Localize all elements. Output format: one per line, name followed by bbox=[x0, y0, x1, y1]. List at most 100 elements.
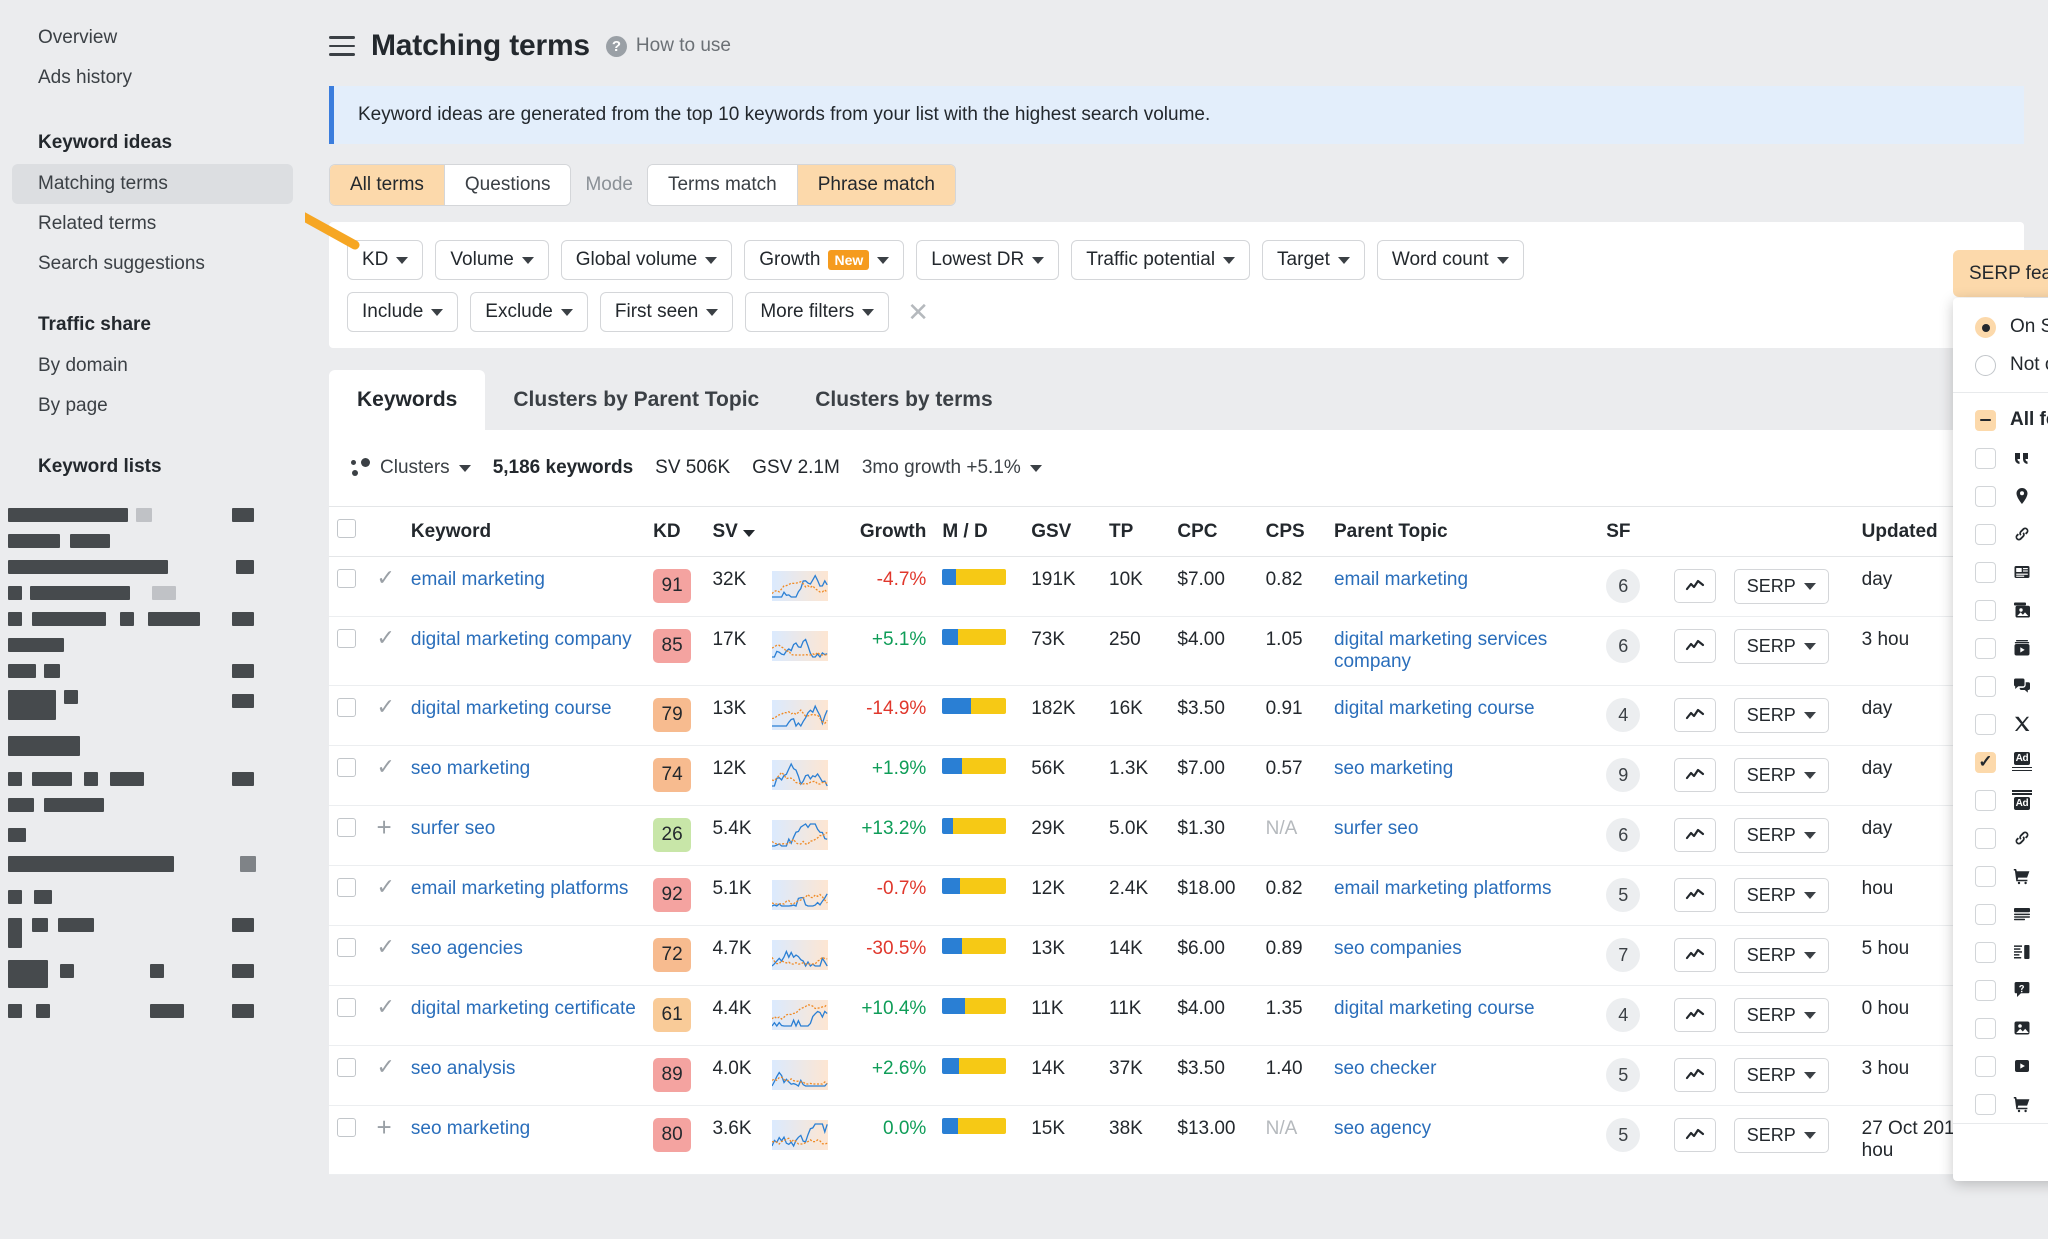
checkbox-icon[interactable] bbox=[1975, 904, 1996, 925]
clear-filters-icon[interactable]: ✕ bbox=[901, 299, 935, 325]
serp-feature-item-discussions-and-forums[interactable]: Discussions and forums bbox=[1953, 667, 2048, 705]
parent-topic-link[interactable]: email marketing bbox=[1334, 569, 1468, 590]
added-check-icon[interactable]: ✓ bbox=[376, 694, 394, 719]
how-to-use-link[interactable]: ? How to use bbox=[606, 35, 731, 57]
parent-topic-link[interactable]: seo companies bbox=[1334, 938, 1462, 959]
parent-topic-link[interactable]: digital marketing services company bbox=[1334, 629, 1547, 672]
serp-feature-item-knowledge-panel[interactable]: Knowledge panel bbox=[1953, 933, 2048, 971]
radio-on-serp[interactable]: On SERP bbox=[1953, 308, 2048, 346]
tab-questions[interactable]: Questions bbox=[445, 165, 571, 205]
hamburger-icon[interactable] bbox=[329, 36, 355, 56]
filter-kd[interactable]: KD bbox=[347, 240, 423, 280]
table-row[interactable]: +surfer seo265.4K+13.2%29K5.0K$1.30N/Asu… bbox=[329, 806, 2024, 866]
keyword-link[interactable]: digital marketing company bbox=[411, 629, 632, 650]
add-icon[interactable]: + bbox=[376, 1112, 391, 1142]
col-kd[interactable]: KD bbox=[645, 507, 704, 557]
serp-feature-item-videos[interactable]: Videos bbox=[1953, 629, 2048, 667]
parent-topic-link[interactable]: seo checker bbox=[1334, 1058, 1436, 1079]
checkbox-icon[interactable] bbox=[1975, 486, 1996, 507]
serp-feature-item-bottom-ads[interactable]: AdBottom ads bbox=[1953, 781, 2048, 819]
select-all-checkbox[interactable] bbox=[337, 519, 356, 538]
keyword-link[interactable]: seo analysis bbox=[411, 1058, 516, 1079]
col-tp[interactable]: TP bbox=[1101, 507, 1169, 557]
checkbox-icon[interactable] bbox=[1975, 562, 1996, 583]
trend-chart-icon[interactable] bbox=[1674, 758, 1716, 792]
serp-feature-item-sitelinks[interactable]: Sitelinks bbox=[1953, 515, 2048, 553]
checkbox-icon[interactable] bbox=[1975, 638, 1996, 659]
parent-topic-link[interactable]: email marketing platforms bbox=[1334, 878, 1552, 899]
add-icon[interactable]: + bbox=[376, 812, 391, 842]
sidebar-item-matching-terms[interactable]: Matching terms bbox=[12, 164, 293, 204]
table-row[interactable]: ✓digital marketing certificate614.4K+10.… bbox=[329, 986, 2024, 1046]
serp-feature-item-people-also-ask[interactable]: People also ask bbox=[1953, 971, 2048, 1009]
trend-chart-icon[interactable] bbox=[1674, 629, 1716, 663]
table-row[interactable]: ✓email marketing9132K-4.7%191K10K$7.000.… bbox=[329, 557, 2024, 617]
added-check-icon[interactable]: ✓ bbox=[376, 994, 394, 1019]
filter-lowest-dr[interactable]: Lowest DR bbox=[916, 240, 1059, 280]
filter-target[interactable]: Target bbox=[1262, 240, 1365, 280]
serp-feature-item-paid-sitelinks[interactable]: Paid sitelinks bbox=[1953, 819, 2048, 857]
filter-more-filters[interactable]: More filters bbox=[745, 292, 889, 332]
apply-button[interactable]: Apply bbox=[1953, 1123, 2048, 1181]
keyword-link[interactable]: surfer seo bbox=[411, 818, 495, 839]
checkbox-icon[interactable] bbox=[1975, 980, 1996, 1001]
row-checkbox[interactable] bbox=[337, 698, 356, 717]
col-md[interactable]: M / D bbox=[934, 507, 1023, 557]
checkbox-all-features[interactable]: All features bbox=[1953, 401, 2048, 439]
serp-button[interactable]: SERP bbox=[1734, 629, 1829, 664]
serp-feature-item-top-stories[interactable]: Top stories bbox=[1953, 553, 2048, 591]
keyword-link[interactable]: seo marketing bbox=[411, 758, 530, 779]
serp-button[interactable]: SERP bbox=[1734, 938, 1829, 973]
keyword-link[interactable]: seo marketing bbox=[411, 1118, 530, 1139]
tab-terms-match[interactable]: Terms match bbox=[648, 165, 798, 205]
clusters-dropdown[interactable]: Clusters bbox=[351, 457, 471, 479]
serp-button[interactable]: SERP bbox=[1734, 569, 1829, 604]
keyword-link[interactable]: seo agencies bbox=[411, 938, 523, 959]
serp-feature-item-shopping-ads[interactable]: Shopping Ads bbox=[1953, 857, 2048, 895]
serp-feature-item-knowledge-card[interactable]: Knowledge card bbox=[1953, 895, 2048, 933]
checkbox-icon[interactable] bbox=[1975, 866, 1996, 887]
serp-feature-item-shopping[interactable]: Shopping bbox=[1953, 1085, 2048, 1123]
row-checkbox[interactable] bbox=[337, 629, 356, 648]
serp-feature-item-top-ads[interactable]: ✓AdTop ads bbox=[1953, 743, 2048, 781]
serp-features-chip-label[interactable]: SERP features: Ad on SERP bbox=[1953, 250, 2048, 297]
col-sf[interactable]: SF bbox=[1598, 507, 1666, 557]
trend-chart-icon[interactable] bbox=[1674, 1118, 1716, 1152]
row-checkbox[interactable] bbox=[337, 818, 356, 837]
checkbox-icon[interactable] bbox=[1975, 790, 1996, 811]
checkbox-icon[interactable] bbox=[1975, 524, 1996, 545]
sidebar-item-related-terms[interactable]: Related terms bbox=[12, 204, 293, 244]
checkbox-icon[interactable] bbox=[1975, 448, 1996, 469]
radio-not-on-serp[interactable]: Not on SERP bbox=[1953, 346, 2048, 384]
serp-feature-item-video-preview[interactable]: Video preview bbox=[1953, 1047, 2048, 1085]
table-row[interactable]: +seo marketing803.6K0.0%15K38K$13.00N/As… bbox=[329, 1106, 2024, 1175]
table-row[interactable]: ✓digital marketing course7913K-14.9%182K… bbox=[329, 686, 2024, 746]
serp-feature-item-image-pack[interactable]: Image pack bbox=[1953, 591, 2048, 629]
row-checkbox[interactable] bbox=[337, 938, 356, 957]
col-keyword[interactable]: Keyword bbox=[403, 507, 645, 557]
serp-features-filter-chip[interactable]: SERP features: Ad on SERP ✕ bbox=[1953, 250, 2048, 297]
checkbox-icon[interactable] bbox=[1975, 828, 1996, 849]
serp-button[interactable]: SERP bbox=[1734, 1058, 1829, 1093]
row-checkbox[interactable] bbox=[337, 1118, 356, 1137]
filter-exclude[interactable]: Exclude bbox=[470, 292, 588, 332]
sidebar-item-ads-history[interactable]: Ads history bbox=[12, 58, 293, 98]
keyword-link[interactable]: email marketing platforms bbox=[411, 878, 629, 899]
row-checkbox[interactable] bbox=[337, 569, 356, 588]
tab-phrase-match[interactable]: Phrase match bbox=[798, 165, 955, 205]
trend-chart-icon[interactable] bbox=[1674, 698, 1716, 732]
added-check-icon[interactable]: ✓ bbox=[376, 565, 394, 590]
serp-button[interactable]: SERP bbox=[1734, 878, 1829, 913]
checkbox-icon[interactable] bbox=[1975, 1056, 1996, 1077]
sidebar-item-overview[interactable]: Overview bbox=[12, 18, 293, 58]
row-checkbox[interactable] bbox=[337, 758, 356, 777]
trend-chart-icon[interactable] bbox=[1674, 818, 1716, 852]
col-growth[interactable]: Growth bbox=[836, 507, 934, 557]
checkbox-icon[interactable] bbox=[1975, 1094, 1996, 1115]
serp-button[interactable]: SERP bbox=[1734, 698, 1829, 733]
checkbox-icon[interactable] bbox=[1975, 1018, 1996, 1039]
serp-feature-item-thumbnail[interactable]: Thumbnail bbox=[1953, 1009, 2048, 1047]
keyword-link[interactable]: email marketing bbox=[411, 569, 545, 590]
parent-topic-link[interactable]: seo marketing bbox=[1334, 758, 1453, 779]
serp-feature-item-x-twitter[interactable]: X (Twitter) bbox=[1953, 705, 2048, 743]
